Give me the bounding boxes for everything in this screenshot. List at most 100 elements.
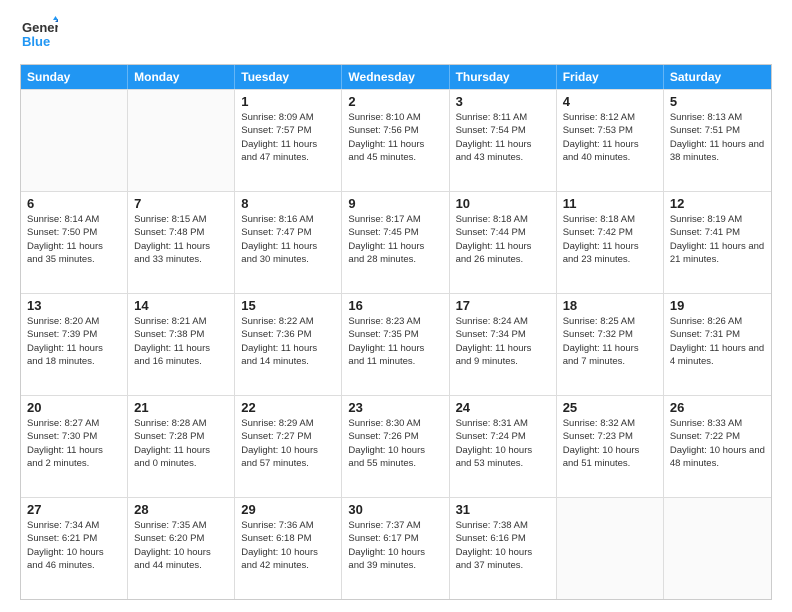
day-info: Sunrise: 8:13 AM Sunset: 7:51 PM Dayligh…: [670, 111, 765, 164]
svg-text:General: General: [22, 20, 58, 35]
day-number: 16: [348, 298, 442, 313]
calendar-cell: 20 Sunrise: 8:27 AM Sunset: 7:30 PM Dayli…: [21, 396, 128, 497]
day-info: Sunrise: 8:18 AM Sunset: 7:42 PM Dayligh…: [563, 213, 657, 266]
calendar-week-row: 27 Sunrise: 7:34 AM Sunset: 6:21 PM Dayli…: [21, 497, 771, 599]
calendar-header: SundayMondayTuesdayWednesdayThursdayFrid…: [21, 65, 771, 89]
day-number: 11: [563, 196, 657, 211]
day-info: Sunrise: 8:23 AM Sunset: 7:35 PM Dayligh…: [348, 315, 442, 368]
calendar-cell: 23Sunrise: 8:30 AM Sunset: 7:26 PM Dayli…: [342, 396, 449, 497]
page: General Blue SundayMondayTuesdayWednesda…: [0, 0, 792, 612]
calendar-cell: 19Sunrise: 8:26 AM Sunset: 7:31 PM Dayli…: [664, 294, 771, 395]
day-of-week-header: Saturday: [664, 65, 771, 89]
day-number: 5: [670, 94, 765, 109]
day-info: Sunrise: 8:18 AM Sunset: 7:44 PM Dayligh…: [456, 213, 550, 266]
calendar-cell: 7Sunrise: 8:15 AM Sunset: 7:48 PM Daylig…: [128, 192, 235, 293]
day-info: Sunrise: 8:12 AM Sunset: 7:53 PM Dayligh…: [563, 111, 657, 164]
svg-text:Blue: Blue: [22, 34, 50, 49]
day-of-week-header: Wednesday: [342, 65, 449, 89]
day-info: Sunrise: 8:11 AM Sunset: 7:54 PM Dayligh…: [456, 111, 550, 164]
day-number: 28: [134, 502, 228, 517]
calendar-week-row: 1Sunrise: 8:09 AM Sunset: 7:57 PM Daylig…: [21, 89, 771, 191]
day-number: 29: [241, 502, 335, 517]
day-info: Sunrise: 7:38 AM Sunset: 6:16 PM Dayligh…: [456, 519, 550, 572]
day-number: 17: [456, 298, 550, 313]
day-number: 27: [27, 502, 121, 517]
calendar-cell: 28 Sunrise: 7:35 AM Sunset: 6:20 PM Dayli…: [128, 498, 235, 599]
day-info: Sunrise: 7:34 AM Sunset: 6:21 PM Dayligh…: [27, 519, 121, 572]
calendar-cell: 25 Sunrise: 8:32 AM Sunset: 7:23 PM Dayli…: [557, 396, 664, 497]
calendar-body: 1Sunrise: 8:09 AM Sunset: 7:57 PM Daylig…: [21, 89, 771, 599]
day-number: 10: [456, 196, 550, 211]
day-info: Sunrise: 8:32 AM Sunset: 7:23 PM Dayligh…: [563, 417, 657, 470]
day-info: Sunrise: 8:14 AM Sunset: 7:50 PM Dayligh…: [27, 213, 121, 266]
calendar-cell: [21, 90, 128, 191]
day-of-week-header: Tuesday: [235, 65, 342, 89]
calendar-cell: 10 Sunrise: 8:18 AM Sunset: 7:44 PM Dayli…: [450, 192, 557, 293]
calendar-cell: 26 Sunrise: 8:33 AM Sunset: 7:22 PM Dayli…: [664, 396, 771, 497]
day-number: 7: [134, 196, 228, 211]
calendar-cell: 24 Sunrise: 8:31 AM Sunset: 7:24 PM Dayli…: [450, 396, 557, 497]
day-info: Sunrise: 8:19 AM Sunset: 7:41 PM Dayligh…: [670, 213, 765, 266]
header: General Blue: [20, 16, 772, 54]
day-number: 18: [563, 298, 657, 313]
calendar-cell: 29Sunrise: 7:36 AM Sunset: 6:18 PM Dayli…: [235, 498, 342, 599]
calendar-cell: 2 Sunrise: 8:10 AM Sunset: 7:56 PM Daylig…: [342, 90, 449, 191]
day-info: Sunrise: 8:10 AM Sunset: 7:56 PM Dayligh…: [348, 111, 442, 164]
calendar: SundayMondayTuesdayWednesdayThursdayFrid…: [20, 64, 772, 600]
calendar-cell: 14Sunrise: 8:21 AM Sunset: 7:38 PM Dayli…: [128, 294, 235, 395]
day-info: Sunrise: 8:21 AM Sunset: 7:38 PM Dayligh…: [134, 315, 228, 368]
day-info: Sunrise: 8:33 AM Sunset: 7:22 PM Dayligh…: [670, 417, 765, 470]
day-info: Sunrise: 8:30 AM Sunset: 7:26 PM Dayligh…: [348, 417, 442, 470]
calendar-cell: [128, 90, 235, 191]
day-info: Sunrise: 8:20 AM Sunset: 7:39 PM Dayligh…: [27, 315, 121, 368]
calendar-cell: 18Sunrise: 8:25 AM Sunset: 7:32 PM Dayli…: [557, 294, 664, 395]
calendar-cell: 11 Sunrise: 8:18 AM Sunset: 7:42 PM Dayli…: [557, 192, 664, 293]
day-of-week-header: Sunday: [21, 65, 128, 89]
calendar-week-row: 20 Sunrise: 8:27 AM Sunset: 7:30 PM Dayli…: [21, 395, 771, 497]
day-number: 1: [241, 94, 335, 109]
calendar-cell: 15Sunrise: 8:22 AM Sunset: 7:36 PM Dayli…: [235, 294, 342, 395]
day-info: Sunrise: 7:35 AM Sunset: 6:20 PM Dayligh…: [134, 519, 228, 572]
calendar-cell: 12 Sunrise: 8:19 AM Sunset: 7:41 PM Dayli…: [664, 192, 771, 293]
calendar-cell: 3 Sunrise: 8:11 AM Sunset: 7:54 PM Daylig…: [450, 90, 557, 191]
logo: General Blue: [20, 16, 58, 54]
day-of-week-header: Thursday: [450, 65, 557, 89]
day-number: 9: [348, 196, 442, 211]
day-number: 4: [563, 94, 657, 109]
day-info: Sunrise: 8:24 AM Sunset: 7:34 PM Dayligh…: [456, 315, 550, 368]
day-number: 31: [456, 502, 550, 517]
calendar-cell: 30Sunrise: 7:37 AM Sunset: 6:17 PM Dayli…: [342, 498, 449, 599]
calendar-cell: 4 Sunrise: 8:12 AM Sunset: 7:53 PM Daylig…: [557, 90, 664, 191]
day-number: 13: [27, 298, 121, 313]
day-number: 26: [670, 400, 765, 415]
day-info: Sunrise: 8:29 AM Sunset: 7:27 PM Dayligh…: [241, 417, 335, 470]
day-info: Sunrise: 8:16 AM Sunset: 7:47 PM Dayligh…: [241, 213, 335, 266]
calendar-cell: 13 Sunrise: 8:20 AM Sunset: 7:39 PM Dayli…: [21, 294, 128, 395]
day-info: Sunrise: 8:28 AM Sunset: 7:28 PM Dayligh…: [134, 417, 228, 470]
calendar-cell: 6 Sunrise: 8:14 AM Sunset: 7:50 PM Daylig…: [21, 192, 128, 293]
calendar-cell: 31 Sunrise: 7:38 AM Sunset: 6:16 PM Dayli…: [450, 498, 557, 599]
calendar-week-row: 6 Sunrise: 8:14 AM Sunset: 7:50 PM Daylig…: [21, 191, 771, 293]
day-number: 12: [670, 196, 765, 211]
calendar-cell: 17 Sunrise: 8:24 AM Sunset: 7:34 PM Dayli…: [450, 294, 557, 395]
calendar-cell: [557, 498, 664, 599]
day-info: Sunrise: 8:31 AM Sunset: 7:24 PM Dayligh…: [456, 417, 550, 470]
calendar-cell: 27 Sunrise: 7:34 AM Sunset: 6:21 PM Dayli…: [21, 498, 128, 599]
day-of-week-header: Monday: [128, 65, 235, 89]
day-info: Sunrise: 7:37 AM Sunset: 6:17 PM Dayligh…: [348, 519, 442, 572]
day-number: 6: [27, 196, 121, 211]
day-number: 24: [456, 400, 550, 415]
day-of-week-header: Friday: [557, 65, 664, 89]
day-number: 15: [241, 298, 335, 313]
day-number: 20: [27, 400, 121, 415]
day-number: 3: [456, 94, 550, 109]
calendar-cell: 8 Sunrise: 8:16 AM Sunset: 7:47 PM Daylig…: [235, 192, 342, 293]
day-number: 22: [241, 400, 335, 415]
day-number: 25: [563, 400, 657, 415]
calendar-cell: 22 Sunrise: 8:29 AM Sunset: 7:27 PM Dayli…: [235, 396, 342, 497]
day-number: 8: [241, 196, 335, 211]
day-info: Sunrise: 8:27 AM Sunset: 7:30 PM Dayligh…: [27, 417, 121, 470]
calendar-week-row: 13 Sunrise: 8:20 AM Sunset: 7:39 PM Dayli…: [21, 293, 771, 395]
calendar-cell: 16 Sunrise: 8:23 AM Sunset: 7:35 PM Dayli…: [342, 294, 449, 395]
day-number: 2: [348, 94, 442, 109]
